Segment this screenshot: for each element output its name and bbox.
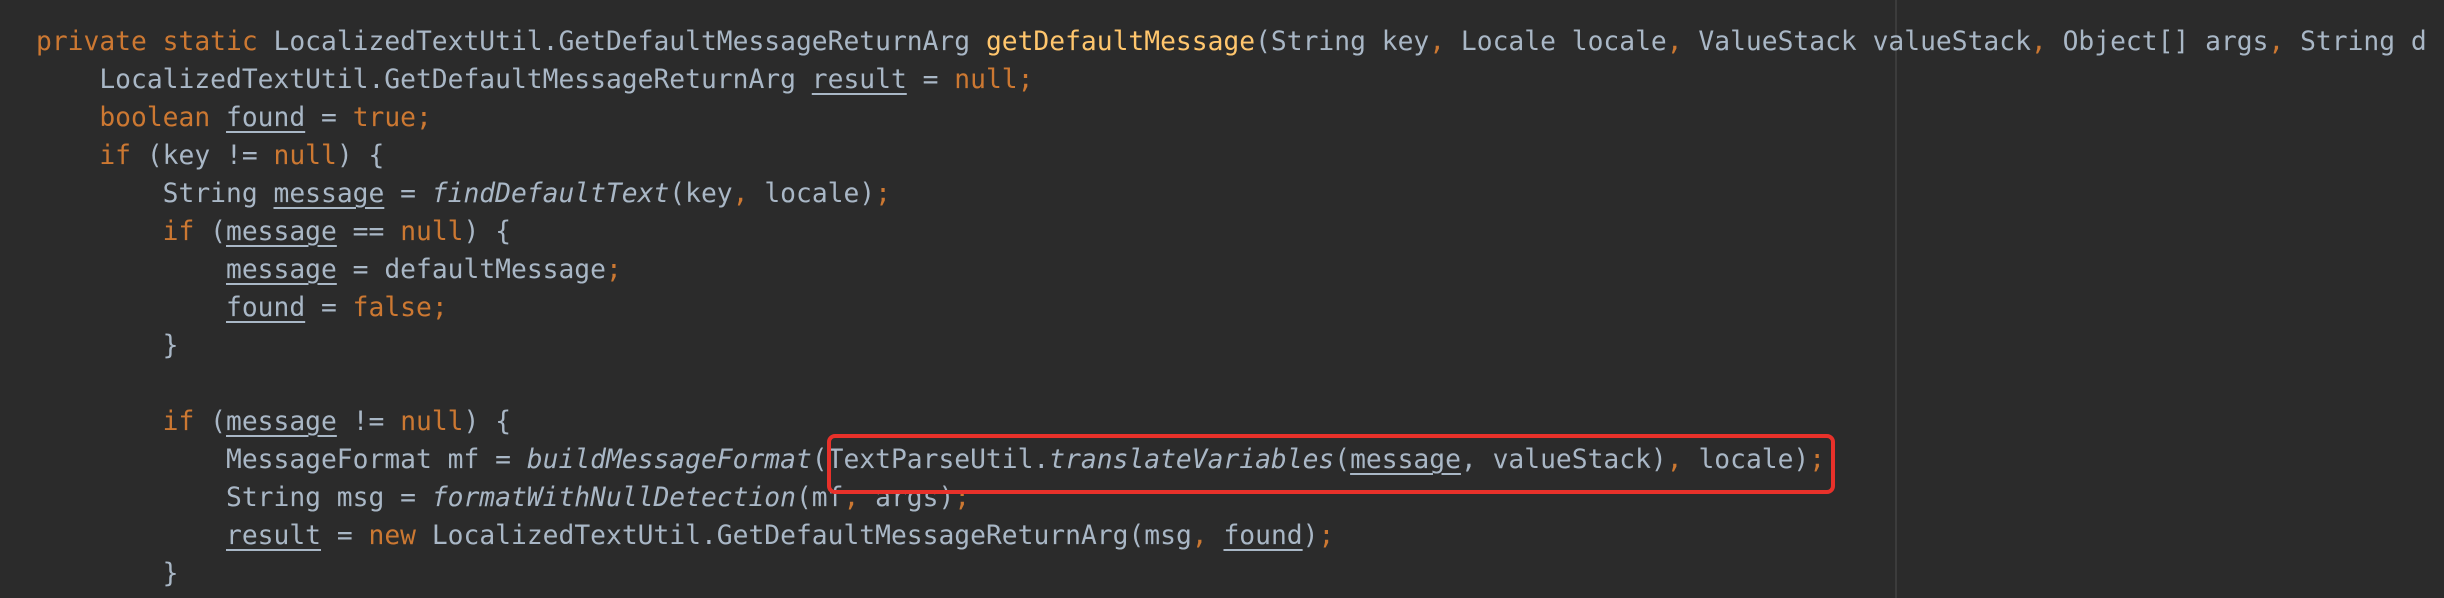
highlight-box: [827, 434, 1835, 494]
code-token: boolean: [99, 103, 211, 133]
code-token: ValueStack valueStack: [1682, 27, 2031, 57]
code-token: ,: [1429, 27, 1446, 57]
code-token: ,: [1191, 521, 1208, 551]
code-token: ) {: [336, 141, 385, 171]
code-token: Locale locale: [1445, 27, 1667, 57]
code-token: String: [36, 179, 274, 209]
code-token: (key: [669, 179, 733, 209]
code-line[interactable]: found = false;: [36, 289, 2427, 327]
code-line[interactable]: private static LocalizedTextUtil.GetDefa…: [36, 23, 2427, 61]
code-token: MessageFormat mf =: [36, 445, 527, 475]
code-line[interactable]: String message = findDefaultText(key, lo…: [36, 175, 2427, 213]
code-token: message: [273, 179, 385, 209]
code-token: getDefaultMessage: [985, 27, 1256, 57]
code-token: (key !=: [131, 141, 274, 171]
code-token: ;: [431, 293, 448, 323]
code-token: null: [273, 141, 337, 171]
code-token: ): [1302, 521, 1319, 551]
code-token: message: [226, 217, 337, 247]
code-token: found: [1223, 521, 1303, 551]
code-token: ,: [2268, 27, 2285, 57]
code-token: ;: [605, 255, 622, 285]
code-token: ;: [1318, 521, 1335, 551]
code-token: findDefaultText: [431, 179, 670, 209]
code-token: ==: [336, 217, 401, 247]
code-token: = defaultMessage: [336, 255, 606, 285]
code-token: new: [368, 521, 417, 551]
code-token: ) {: [463, 407, 512, 437]
code-token: if: [162, 407, 195, 437]
code-token: null: [954, 65, 1018, 95]
code-token: found: [226, 103, 306, 133]
code-line[interactable]: if (message == null) {: [36, 213, 2427, 251]
code-line[interactable]: result = new LocalizedTextUtil.GetDefaul…: [36, 517, 2427, 555]
code-editor[interactable]: private static LocalizedTextUtil.GetDefa…: [0, 0, 2444, 598]
code-token: true: [352, 103, 417, 133]
code-token: message: [226, 407, 337, 437]
code-line[interactable]: }: [36, 327, 2427, 365]
code-token: private static: [36, 27, 258, 57]
code-token: (: [194, 407, 227, 437]
code-token: result: [226, 521, 321, 551]
code-token: ,: [732, 179, 749, 209]
code-block[interactable]: private static LocalizedTextUtil.GetDefa…: [36, 23, 2427, 593]
code-token: ;: [1017, 65, 1034, 95]
code-token: LocalizedTextUtil.GetDefaultMessageRetur…: [36, 65, 812, 95]
code-token: null: [400, 407, 464, 437]
code-token: buildMessageFormat: [526, 445, 812, 475]
code-line[interactable]: boolean found = true;: [36, 99, 2427, 137]
code-token: }: [36, 331, 179, 361]
code-token: locale): [748, 179, 876, 209]
code-token: LocalizedTextUtil.GetDefaultMessageRetur…: [257, 27, 986, 57]
code-line[interactable]: [36, 365, 2427, 403]
code-token: =: [305, 103, 353, 133]
code-token: =: [305, 293, 353, 323]
code-token: if: [162, 217, 195, 247]
code-token: null: [400, 217, 464, 247]
code-token: (String key: [1255, 27, 1430, 57]
code-token: if: [99, 141, 132, 171]
code-token: Object[] args: [2046, 27, 2269, 57]
code-token: =: [906, 65, 955, 95]
code-line[interactable]: }: [36, 555, 2427, 593]
code-token: ;: [875, 179, 891, 209]
code-token: !=: [336, 407, 401, 437]
code-line[interactable]: if (key != null) {: [36, 137, 2427, 175]
code-token: ) {: [463, 217, 512, 247]
code-line[interactable]: LocalizedTextUtil.GetDefaultMessageRetur…: [36, 61, 2427, 99]
code-token: ,: [1666, 27, 1683, 57]
code-token: (: [194, 217, 227, 247]
code-token: formatWithNullDetection: [431, 483, 796, 513]
code-token: result: [811, 65, 907, 95]
code-line[interactable]: message = defaultMessage;: [36, 251, 2427, 289]
code-token: }: [36, 559, 179, 589]
code-token: found: [226, 293, 306, 323]
code-token: LocalizedTextUtil.GetDefaultMessageRetur…: [416, 521, 1192, 551]
code-token: String d: [2284, 27, 2427, 57]
code-token: ,: [2030, 27, 2047, 57]
code-token: =: [321, 521, 369, 551]
code-token: false: [352, 293, 432, 323]
code-token: message: [226, 255, 337, 285]
code-token: ;: [416, 103, 432, 133]
code-token: =: [384, 179, 432, 209]
code-token: String msg =: [36, 483, 432, 513]
